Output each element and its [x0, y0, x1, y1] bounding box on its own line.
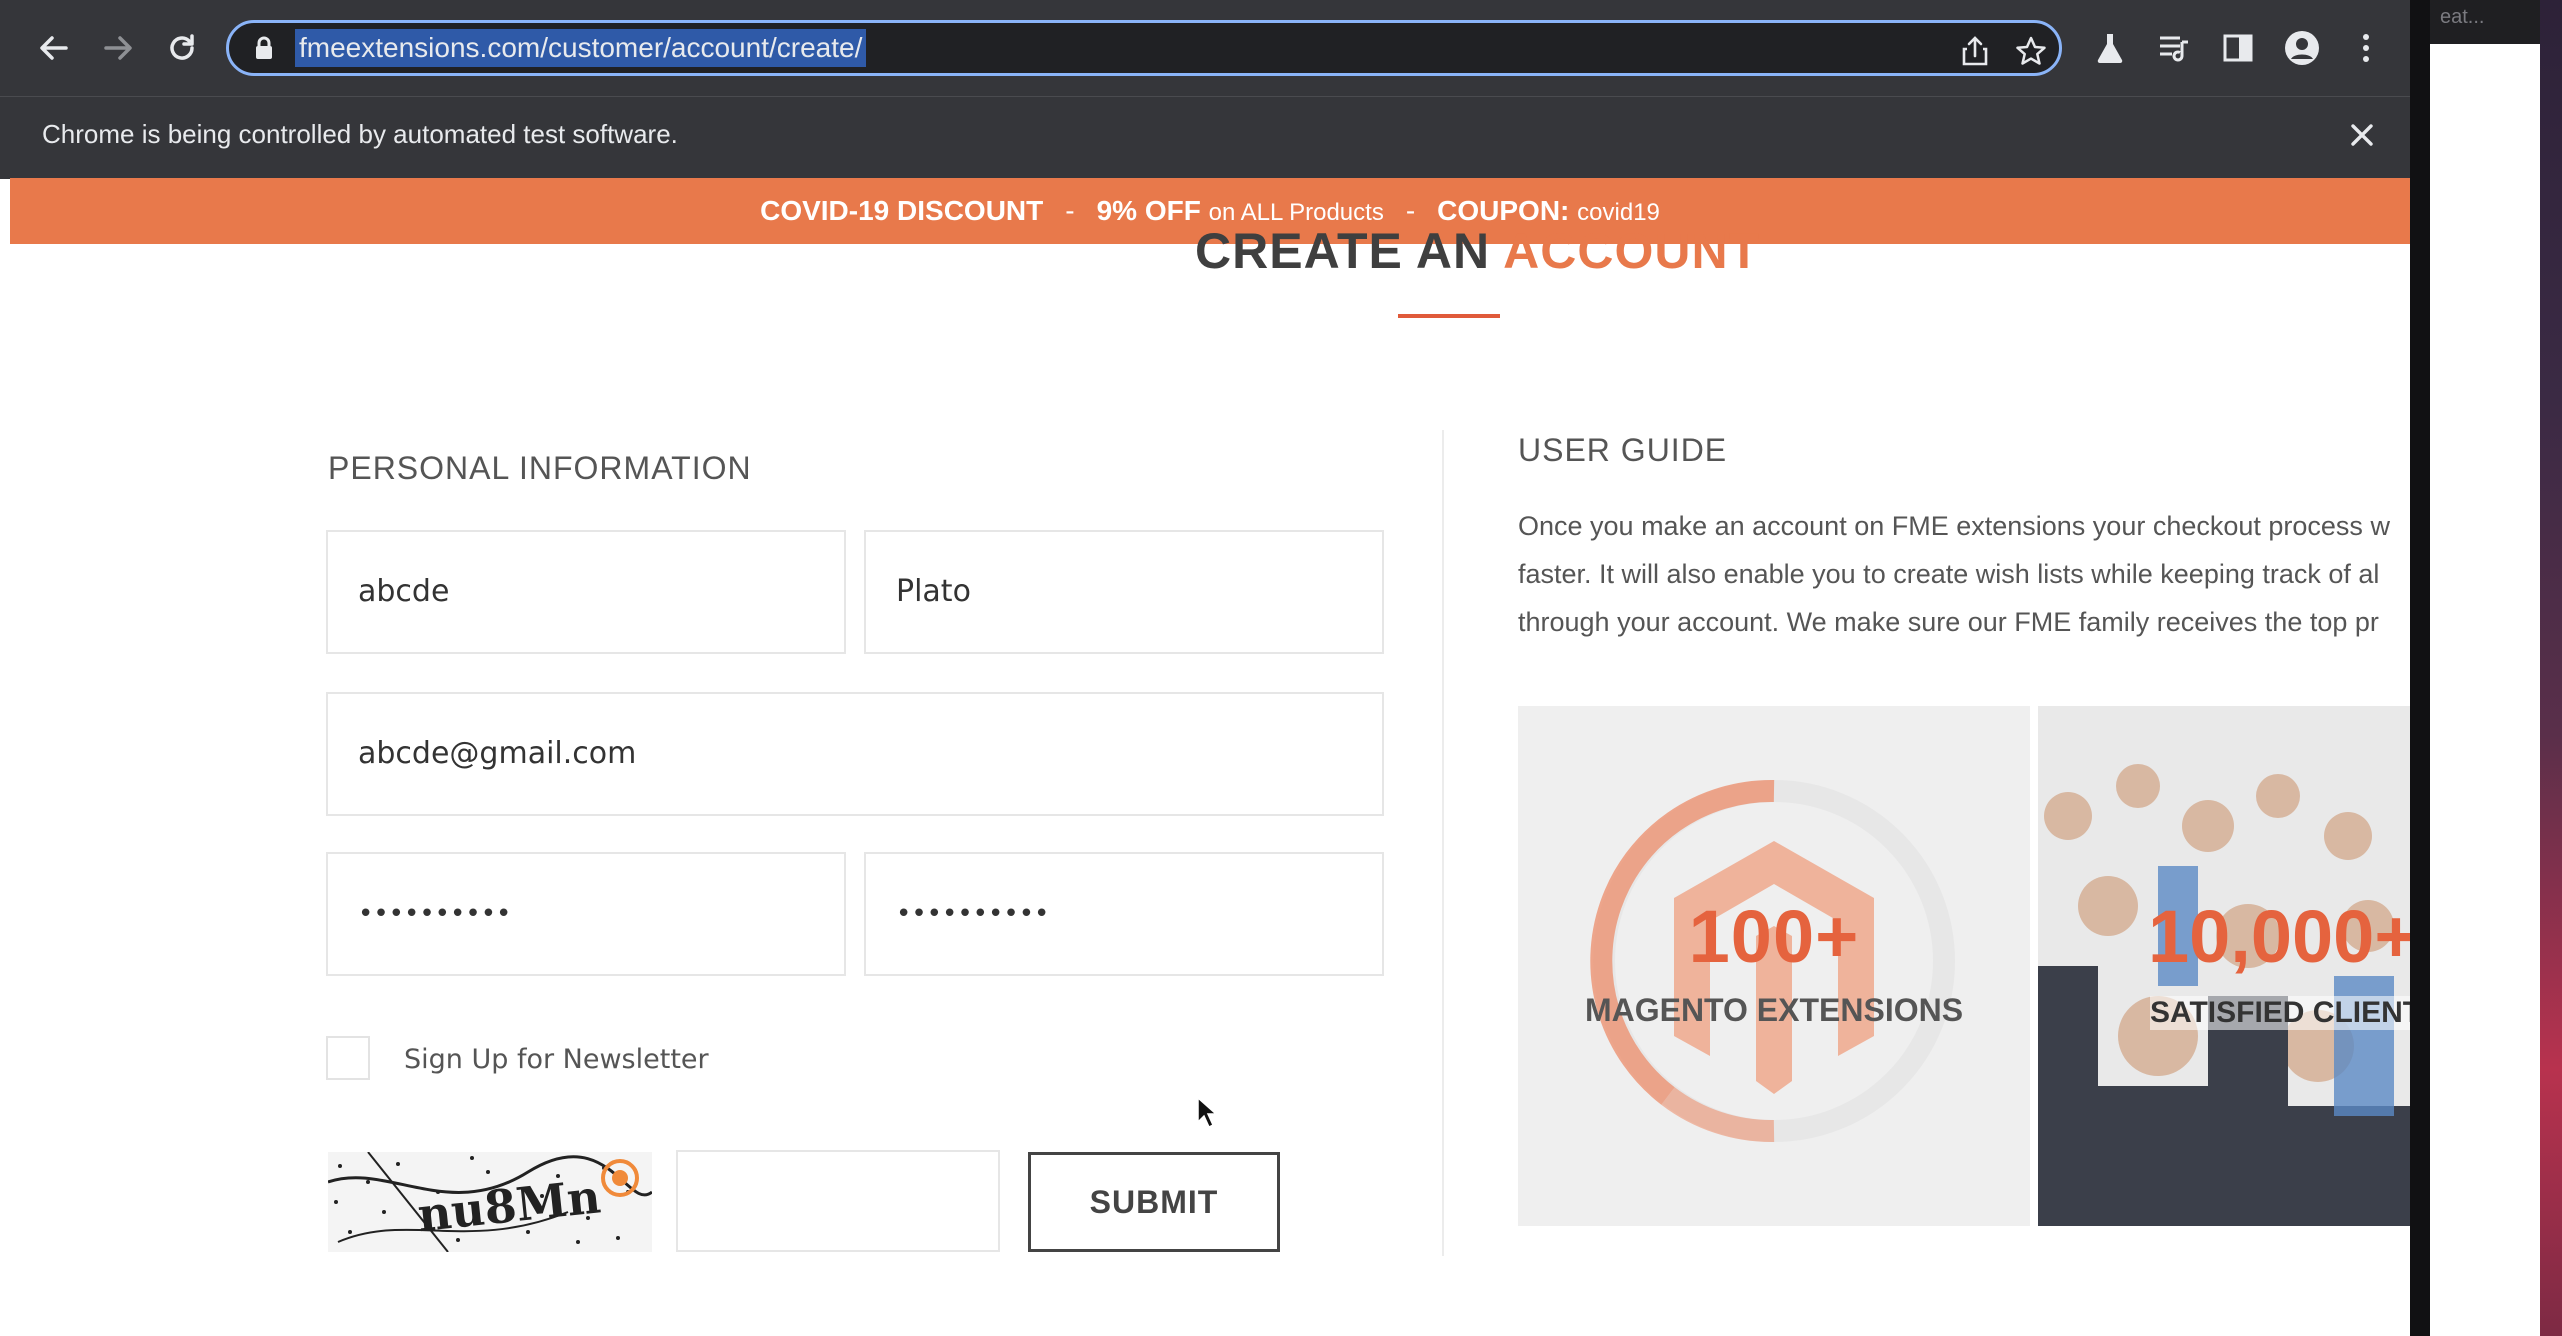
user-guide-line: through your account. We make sure our F… — [1518, 607, 2379, 637]
newsletter-label[interactable]: Sign Up for Newsletter — [404, 1044, 709, 1075]
satisfied-clients-banner: 10,000+ SATISFIED CLIENT — [2038, 706, 2410, 1226]
browser-toolbar: fmeextensions.com/customer/account/creat… — [0, 0, 2410, 96]
captcha-text: nu8Mn — [415, 1169, 603, 1242]
last-name-field[interactable]: Plato — [864, 530, 1384, 654]
confirm-password-field[interactable]: •••••••••• — [864, 852, 1384, 976]
arrow-right-icon[interactable] — [92, 22, 144, 74]
share-icon[interactable] — [1955, 31, 1995, 71]
arrow-left-icon[interactable] — [28, 22, 80, 74]
captcha-image: nu8Mn — [328, 1152, 652, 1252]
email-field[interactable]: abcde@gmail.com — [326, 692, 1384, 816]
user-guide-line: faster. It will also enable you to creat… — [1518, 559, 2380, 589]
password-field[interactable]: •••••••••• — [326, 852, 846, 976]
automation-infobar: Chrome is being controlled by automated … — [0, 96, 2410, 179]
lock-icon[interactable] — [251, 35, 277, 61]
submit-button[interactable]: SUBMIT — [1028, 1152, 1280, 1252]
extensions-label: MAGENTO EXTENSIONS — [1584, 992, 1964, 1028]
user-guide-text: Once you make an account on FME extensio… — [1518, 502, 2410, 646]
background-window[interactable]: eat... — [2430, 0, 2540, 1336]
browser-window: fmeextensions.com/customer/account/creat… — [0, 0, 2410, 1336]
user-guide-title: USER GUIDE — [1518, 432, 1728, 468]
profile-icon[interactable] — [2274, 20, 2330, 76]
clients-label: SATISFIED CLIENT — [2150, 996, 2410, 1030]
kebab-menu-icon[interactable] — [2338, 20, 2394, 76]
promo-separator: - — [1065, 195, 1075, 226]
side-panel-icon[interactable] — [2210, 20, 2266, 76]
page-title-part1: CREATE AN — [1195, 223, 1491, 279]
star-icon[interactable] — [2011, 31, 2051, 71]
captcha-input[interactable] — [676, 1150, 1000, 1252]
reload-icon[interactable] — [156, 22, 208, 74]
flask-icon[interactable] — [2082, 20, 2138, 76]
page-content: CREATE AN ACCOUNT PERSONAL INFORMATION a… — [10, 223, 2410, 1336]
title-underline — [1398, 314, 1500, 318]
promo-discount-label: COVID-19 DISCOUNT — [760, 195, 1044, 226]
window-edge — [2410, 0, 2430, 1336]
personal-info-title: PERSONAL INFORMATION — [328, 450, 752, 486]
infobar-message: Chrome is being controlled by automated … — [42, 119, 678, 149]
column-divider — [1442, 430, 1444, 1256]
page-title-accent: ACCOUNT — [1503, 223, 1761, 279]
clients-count: 10,000+ — [2148, 895, 2410, 978]
media-queue-icon[interactable] — [2146, 20, 2202, 76]
newsletter-checkbox[interactable] — [326, 1036, 370, 1080]
url-text[interactable]: fmeextensions.com/customer/account/creat… — [295, 29, 867, 67]
magento-extensions-banner: 100+ MAGENTO EXTENSIONS — [1518, 706, 2030, 1226]
mouse-cursor-icon — [1197, 1096, 1218, 1129]
page-title: CREATE AN ACCOUNT — [1195, 222, 1760, 280]
user-guide-line: Once you make an account on FME extensio… — [1518, 511, 2390, 541]
extensions-count: 100+ — [1688, 895, 1860, 978]
address-bar[interactable]: fmeextensions.com/customer/account/creat… — [226, 20, 2062, 76]
close-icon[interactable] — [2340, 113, 2384, 157]
first-name-field[interactable]: abcde — [326, 530, 846, 654]
background-window-title: eat... — [2430, 0, 2540, 44]
promo-percent: 9% OFF — [1096, 195, 1201, 226]
